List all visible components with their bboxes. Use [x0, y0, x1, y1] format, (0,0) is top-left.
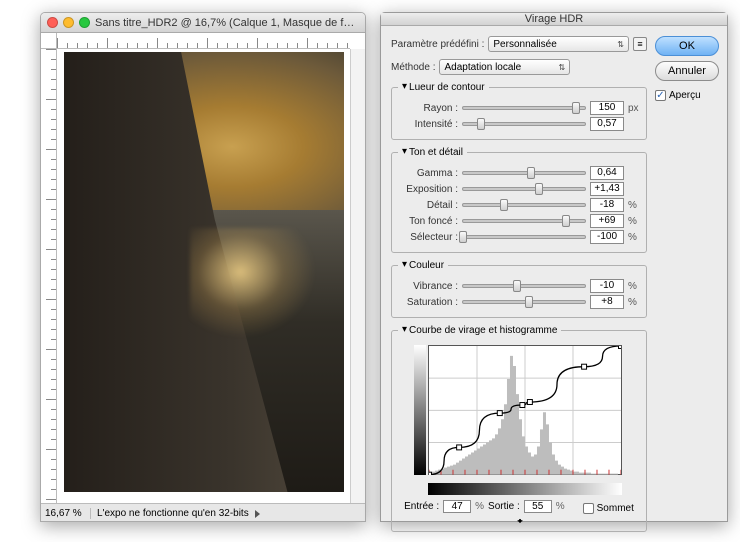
ok-button[interactable]: OK: [655, 36, 719, 56]
ruler-vertical[interactable]: [41, 49, 57, 503]
vertex-checkbox[interactable]: Sommet: [583, 503, 634, 514]
detail-value[interactable]: -18: [590, 198, 624, 212]
status-menu-icon[interactable]: [255, 510, 260, 518]
saturation-label: Saturation :: [398, 297, 458, 308]
shadow-label: Ton foncé :: [398, 216, 458, 227]
saturation-unit: %: [628, 297, 640, 308]
window-title: Sans titre_HDR2 @ 16,7% (Calque 1, Masqu…: [95, 17, 359, 29]
ruler-horizontal[interactable]: [57, 33, 350, 49]
image-preview: [64, 52, 344, 492]
slider-row-highlight: Sélecteur : -100%: [398, 230, 640, 244]
method-row: Méthode : Adaptation locale ⇅: [391, 59, 570, 75]
input-label: Entrée :: [404, 501, 439, 512]
preview-checkbox[interactable]: ✓ Aperçu: [655, 90, 719, 101]
shadow-value[interactable]: +69: [590, 214, 624, 228]
dialog-title: Virage HDR: [381, 13, 727, 26]
section-color-legend: ▾Couleur: [398, 260, 448, 271]
method-value: Adaptation locale: [444, 62, 521, 73]
slider-row-exposure: Exposition : +1,43: [398, 182, 640, 196]
window-titlebar[interactable]: Sans titre_HDR2 @ 16,7% (Calque 1, Masqu…: [41, 13, 365, 33]
curve-readout: Entrée : 47 % Sortie : 55 % Sommet: [398, 499, 640, 514]
highlight-unit: %: [628, 232, 640, 243]
status-bar: 16,67 % L'expo ne fonctionne qu'en 32-bi…: [41, 503, 365, 522]
dialog-buttons: OK Annuler ✓ Aperçu: [655, 36, 719, 532]
output-gradient: [414, 345, 426, 475]
radius-slider[interactable]: [462, 102, 586, 114]
curve-arrows-icon[interactable]: ◂▸: [398, 516, 640, 525]
output-value[interactable]: 55: [524, 500, 552, 513]
preset-select[interactable]: Personnalisée ⇅: [488, 36, 629, 52]
slider-row-detail: Détail : -18%: [398, 198, 640, 212]
gamma-label: Gamma :: [398, 168, 458, 179]
radius-label: Rayon :: [398, 103, 458, 114]
detail-unit: %: [628, 200, 640, 211]
vibrance-unit: %: [628, 281, 640, 292]
preset-value: Personnalisée: [493, 39, 556, 50]
slider-row-radius: Rayon : 150 px: [398, 101, 640, 115]
shadow-unit: %: [628, 216, 640, 227]
checkbox-icon: ✓: [655, 90, 666, 101]
section-glow: ▾Lueur de contour Rayon : 150 px Intensité …: [391, 82, 647, 140]
preset-label: Paramètre prédéfini :: [391, 39, 484, 50]
vibrance-slider[interactable]: [462, 280, 586, 292]
curve-box[interactable]: [428, 345, 622, 475]
document-body: [41, 33, 365, 503]
strength-label: Intensité :: [398, 119, 458, 130]
preset-row: Paramètre prédéfini : Personnalisée ⇅ ≡: [391, 36, 647, 52]
section-tone-legend: ▾Ton et détail: [398, 147, 467, 158]
chevron-updown-icon: ⇅: [617, 40, 624, 49]
input-value[interactable]: 47: [443, 500, 471, 513]
section-glow-legend: ▾Lueur de contour: [398, 82, 489, 93]
vibrance-label: Vibrance :: [398, 281, 458, 292]
strength-slider[interactable]: [462, 118, 586, 130]
section-curve: ▾Courbe de virage et histogramme Entrée …: [391, 325, 647, 532]
exposure-label: Exposition :: [398, 184, 458, 195]
minimize-icon[interactable]: [63, 17, 74, 28]
close-icon[interactable]: [47, 17, 58, 28]
status-message: L'expo ne fonctionne qu'en 32-bits: [97, 508, 249, 519]
ruler-corner: [41, 33, 57, 49]
strength-value[interactable]: 0,57: [590, 117, 624, 131]
slider-row-gamma: Gamma : 0,64: [398, 166, 640, 180]
slider-row-vibrance: Vibrance : -10%: [398, 279, 640, 293]
detail-slider[interactable]: [462, 199, 586, 211]
radius-value[interactable]: 150: [590, 101, 624, 115]
highlight-label: Sélecteur :: [398, 232, 458, 243]
detail-label: Détail :: [398, 200, 458, 211]
vibrance-value[interactable]: -10: [590, 279, 624, 293]
exposure-slider[interactable]: [462, 183, 586, 195]
slider-row-strength: Intensité : 0,57: [398, 117, 640, 131]
method-select[interactable]: Adaptation locale ⇅: [439, 59, 570, 75]
gamma-value[interactable]: 0,64: [590, 166, 624, 180]
zoom-level[interactable]: 16,67 %: [45, 508, 91, 519]
gamma-slider[interactable]: [462, 167, 586, 179]
input-gradient: [428, 483, 622, 495]
saturation-slider[interactable]: [462, 296, 586, 308]
highlight-slider[interactable]: [462, 231, 586, 243]
preset-menu-icon[interactable]: ≡: [633, 37, 647, 51]
slider-row-saturation: Saturation : +8%: [398, 295, 640, 309]
method-label: Méthode :: [391, 62, 435, 73]
section-tone: ▾Ton et détail Gamma : 0,64 Exposition : +1…: [391, 147, 647, 253]
saturation-value[interactable]: +8: [590, 295, 624, 309]
highlight-value[interactable]: -100: [590, 230, 624, 244]
shadow-slider[interactable]: [462, 215, 586, 227]
section-color: ▾Couleur Vibrance : -10% Saturation : +8%: [391, 260, 647, 318]
preview-label: Aperçu: [669, 90, 701, 101]
chevron-updown-icon: ⇅: [558, 63, 565, 72]
canvas[interactable]: [58, 50, 349, 503]
output-label: Sortie :: [488, 501, 520, 512]
scrollbar-vertical[interactable]: [350, 49, 365, 503]
section-curve-legend: ▾Courbe de virage et histogramme: [398, 325, 561, 336]
slider-row-shadow: Ton foncé : +69%: [398, 214, 640, 228]
zoom-icon[interactable]: [79, 17, 90, 28]
document-window: Sans titre_HDR2 @ 16,7% (Calque 1, Masqu…: [40, 12, 366, 522]
radius-unit: px: [628, 103, 640, 114]
cancel-button[interactable]: Annuler: [655, 61, 719, 81]
hdr-dialog: Virage HDR Paramètre prédéfini : Personn…: [380, 12, 728, 522]
curve-area: [414, 345, 624, 495]
exposure-value[interactable]: +1,43: [590, 182, 624, 196]
